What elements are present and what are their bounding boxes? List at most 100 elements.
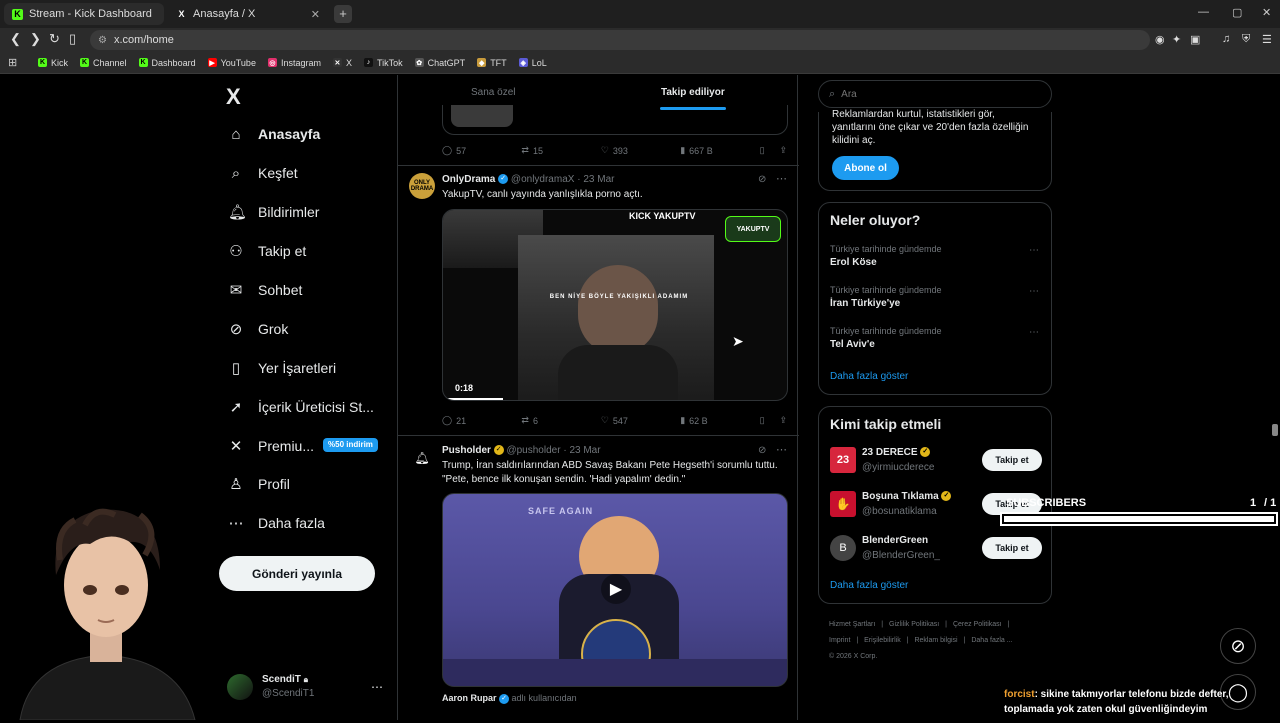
- page-scrollbar[interactable]: [1272, 424, 1278, 436]
- bookmark-post-icon[interactable]: ▯: [760, 145, 780, 156]
- repost-button[interactable]: ⇄ 15: [521, 145, 600, 156]
- share-icon[interactable]: ⇪: [779, 145, 787, 156]
- trends-show-more-link[interactable]: Daha fazla göster: [830, 371, 908, 382]
- account-avatar[interactable]: B: [830, 535, 856, 561]
- grok-analyze-icon[interactable]: ⊘: [758, 174, 766, 185]
- suggested-account-name[interactable]: Boşuna Tıklama ✓: [862, 491, 952, 502]
- minimize-icon[interactable]: —: [1198, 6, 1209, 18]
- nav-creator-studio[interactable]: ➚ İçerik Üreticisi St...: [228, 394, 374, 420]
- bookmark-kick[interactable]: K Kick: [38, 58, 68, 68]
- repost-button[interactable]: ⇄ 6: [521, 415, 600, 426]
- account-avatar[interactable]: ✋: [830, 491, 856, 517]
- who-show-more-link[interactable]: Daha fazla göster: [830, 580, 908, 591]
- nav-follow[interactable]: ⚇ Takip et: [228, 238, 306, 264]
- tab-following[interactable]: Takip ediliyor: [661, 87, 725, 98]
- bookmark-tft[interactable]: ◆ TFT: [477, 58, 507, 68]
- nav-more[interactable]: ⋯ Daha fazla: [228, 510, 325, 536]
- close-tab-icon[interactable]: ✕: [311, 8, 320, 21]
- url-input[interactable]: ⚙ x.com/home: [90, 30, 1150, 50]
- footer-link[interactable]: Çerez Politikası: [953, 621, 1002, 628]
- trend-item[interactable]: Türkiye tarihinde gündemde Tel Aviv'e: [830, 326, 942, 350]
- video-player[interactable]: SAFE AGAIN ▶: [442, 493, 788, 687]
- bookmark-chatgpt[interactable]: ✿ ChatGPT: [414, 58, 465, 68]
- nav-grok[interactable]: ⊘ Grok: [228, 316, 289, 342]
- grok-floating-icon[interactable]: ⊘: [1220, 628, 1256, 664]
- like-button[interactable]: ♡ 547: [601, 415, 680, 426]
- maximize-icon[interactable]: ▢: [1232, 6, 1242, 19]
- tab-for-you[interactable]: Sana özel: [471, 87, 515, 98]
- new-tab-button[interactable]: +: [334, 5, 352, 23]
- sidebar-icon[interactable]: ▣: [1190, 33, 1200, 46]
- account-avatar[interactable]: 23: [830, 447, 856, 473]
- forward-icon[interactable]: ❯: [30, 31, 41, 47]
- trend-more-icon[interactable]: ⋯: [1029, 327, 1039, 338]
- author-handle[interactable]: @onlydramaX: [511, 174, 575, 185]
- author-handle[interactable]: @pusholder: [506, 445, 560, 456]
- site-settings-icon[interactable]: ⚙: [98, 35, 107, 46]
- search-input[interactable]: [841, 88, 1022, 100]
- grok-analyze-icon[interactable]: ⊘: [758, 445, 766, 456]
- back-icon[interactable]: ❮: [10, 31, 21, 47]
- views-button[interactable]: ▮ 62 B: [680, 415, 759, 426]
- nav-chat[interactable]: ✉ Sohbet: [228, 277, 303, 303]
- post-date[interactable]: 23 Mar: [569, 445, 600, 456]
- like-button[interactable]: ♡ 393: [601, 145, 680, 156]
- reply-button[interactable]: ◯ 57: [442, 145, 521, 156]
- bookmark-tiktok[interactable]: ♪ TikTok: [364, 58, 403, 68]
- pusholder-avatar[interactable]: 🔔︎: [409, 445, 435, 471]
- footer-link[interactable]: Reklam bilgisi: [914, 637, 957, 644]
- bookmark-youtube[interactable]: ▶ YouTube: [207, 58, 256, 68]
- footer-link[interactable]: Erişilebilirlik: [864, 637, 901, 644]
- bookmark-instagram[interactable]: ◎ Instagram: [267, 58, 321, 68]
- trend-item[interactable]: Türkiye tarihinde gündemde Erol Köse: [830, 244, 942, 268]
- account-avatar[interactable]: [227, 674, 253, 700]
- trend-item[interactable]: Türkiye tarihinde gündemde İran Türkiye'…: [830, 285, 942, 309]
- tab-x-home[interactable]: X Anasayfa / X ✕: [168, 3, 328, 25]
- bookmark-x[interactable]: ✕ X: [332, 58, 352, 68]
- apps-grid-icon[interactable]: ⊞: [8, 56, 17, 69]
- footer-link[interactable]: Gizlilik Politikası: [889, 621, 939, 628]
- video-progress[interactable]: [443, 398, 503, 400]
- account-more-icon[interactable]: ⋯: [371, 680, 383, 694]
- bookmark-channel[interactable]: K Channel: [80, 58, 127, 68]
- previous-post-media[interactable]: [442, 105, 788, 135]
- close-window-icon[interactable]: ✕: [1262, 6, 1271, 19]
- author-name[interactable]: Pusholder: [442, 445, 491, 456]
- trend-more-icon[interactable]: ⋯: [1029, 286, 1039, 297]
- reply-button[interactable]: ◯ 21: [442, 415, 521, 426]
- post-button[interactable]: Gönderi yayınla: [219, 556, 375, 591]
- post-date[interactable]: 23 Mar: [583, 174, 614, 185]
- music-icon[interactable]: ♫: [1222, 33, 1230, 45]
- follow-button[interactable]: Takip et: [982, 537, 1042, 559]
- nav-profile[interactable]: ♙ Profil: [228, 471, 290, 497]
- tab-kick-dashboard[interactable]: K Stream - Kick Dashboard: [4, 3, 164, 25]
- bookmark-page-icon[interactable]: ▯: [69, 31, 76, 47]
- extension-icon[interactable]: ◉: [1155, 33, 1165, 46]
- menu-icon[interactable]: ☰: [1262, 33, 1272, 46]
- author-name[interactable]: OnlyDrama: [442, 174, 495, 185]
- onlydrama-avatar[interactable]: ONLY DRAMA: [409, 173, 435, 199]
- bookmark-dashboard[interactable]: K Dashboard: [138, 58, 196, 68]
- footer-link[interactable]: Imprint: [829, 637, 850, 644]
- footer-link[interactable]: Daha fazla ...: [971, 637, 1012, 644]
- nav-home[interactable]: ⌂ Anasayfa: [228, 121, 320, 147]
- post-more-icon[interactable]: ⋯: [776, 172, 787, 185]
- search-box[interactable]: ⌕: [818, 80, 1052, 108]
- post-more-icon[interactable]: ⋯: [776, 443, 787, 456]
- nav-explore[interactable]: ⌕ Keşfet: [228, 160, 298, 186]
- subscribe-button[interactable]: Abone ol: [832, 156, 899, 180]
- nav-bookmarks[interactable]: ▯ Yer İşaretleri: [228, 355, 336, 381]
- nav-premium[interactable]: ✕ Premiu...: [228, 433, 314, 459]
- play-icon[interactable]: ▶: [601, 574, 631, 604]
- nav-notifications[interactable]: 🔔︎ Bildirimler: [228, 199, 319, 225]
- share-icon[interactable]: ⇪: [779, 415, 787, 426]
- puzzle-icon[interactable]: ✦: [1172, 33, 1181, 46]
- trend-more-icon[interactable]: ⋯: [1029, 245, 1039, 256]
- suggested-account-name[interactable]: BlenderGreen: [862, 535, 928, 546]
- attribution-name[interactable]: Aaron Rupar: [442, 693, 497, 703]
- x-logo[interactable]: X: [226, 84, 241, 110]
- views-button[interactable]: ▮ 667 B: [680, 145, 759, 156]
- bookmark-post-icon[interactable]: ▯: [760, 415, 780, 426]
- shield-icon[interactable]: ⛨: [1242, 33, 1250, 46]
- footer-link[interactable]: Hizmet Şartları: [829, 621, 875, 628]
